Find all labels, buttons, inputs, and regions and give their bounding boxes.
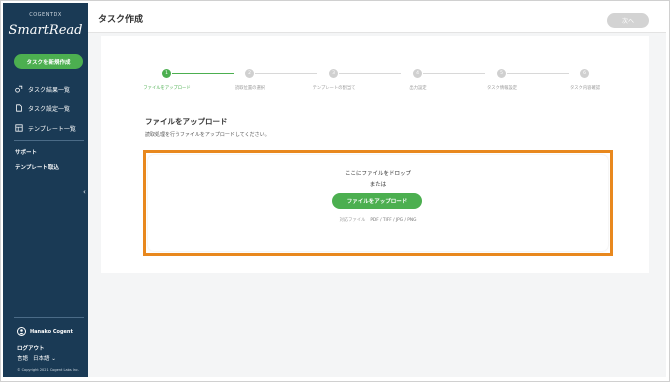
file-dropzone[interactable]: ここにファイルをドロップ または ファイルをアップロード 対応ファイル PDF /…: [148, 155, 608, 251]
step-3-label: テンプレートの割当て: [312, 86, 356, 91]
sidebar-item-label: テンプレート一覧: [28, 125, 76, 133]
step-4-label: 出力設定: [409, 86, 427, 91]
sidebar-item-templates[interactable]: テンプレート一覧: [15, 122, 76, 134]
upload-section-description: 読取処理を行うファイルをアップロードしてください。: [145, 132, 270, 138]
stepper-connector: [172, 73, 234, 74]
sidebar-divider: [14, 140, 84, 141]
sidebar: COGENTDX SmartRead タスクを新規作成 タスク結果一覧 タスク設…: [3, 3, 88, 377]
supported-formats-value: PDF / TIFF / JPG / PNG: [370, 218, 417, 223]
new-task-button[interactable]: タスクを新規作成: [14, 54, 83, 69]
step-5-indicator: 5: [497, 69, 506, 78]
upload-section-title: ファイルをアップロード: [145, 117, 228, 126]
stepper-connector: [255, 73, 317, 74]
sidebar-item-task-results[interactable]: タスク結果一覧: [15, 83, 70, 95]
next-button[interactable]: 次へ: [607, 13, 649, 28]
header-bar: タスク作成 次へ: [88, 3, 666, 33]
user-profile[interactable]: Hanako Cogent: [17, 327, 73, 336]
logout-link[interactable]: ログアウト: [17, 344, 45, 352]
document-icon: [15, 104, 23, 112]
user-name: Hanako Cogent: [30, 328, 73, 335]
page-title: タスク作成: [98, 15, 144, 25]
step-3-indicator: 3: [329, 69, 338, 78]
step-1-label: ファイルをアップロード: [143, 86, 191, 91]
step-6-label: タスク内容確認: [569, 86, 601, 91]
sidebar-item-support[interactable]: サポート: [15, 148, 37, 156]
step-6-indicator: 6: [580, 69, 589, 78]
step-4-indicator: 4: [413, 69, 422, 78]
template-icon: [15, 124, 23, 132]
brand-company: COGENTDX: [29, 12, 62, 18]
copyright: © Copyright 2021 Cogent Labs Inc.: [17, 368, 80, 372]
sidebar-item-task-settings[interactable]: タスク設定一覧: [15, 102, 70, 114]
avatar-icon: [17, 327, 26, 336]
stepper-connector: [507, 73, 569, 74]
drop-instruction: ここにファイルをドロップ: [344, 171, 411, 177]
brand-logo: SmartRead: [8, 23, 83, 38]
language-label: 言語: [17, 356, 29, 362]
language-row: 言語 日本語 ⌄: [17, 354, 56, 362]
sidebar-item-label: タスク設定一覧: [28, 105, 71, 113]
drop-or-text: または: [369, 182, 387, 188]
collapse-sidebar-icon[interactable]: ‹: [83, 188, 86, 196]
sidebar-item-template-import[interactable]: テンプレート取込: [15, 163, 59, 171]
upload-file-button[interactable]: ファイルをアップロード: [332, 193, 422, 209]
stepper-connector: [339, 73, 401, 74]
sidebar-item-label: タスク結果一覧: [28, 86, 71, 94]
supported-formats: 対応ファイル PDF / TIFF / JPG / PNG: [148, 217, 608, 223]
stepper-connector: [423, 73, 485, 74]
step-2-label: 読取位置の選択: [234, 86, 266, 91]
sidebar-divider: [14, 317, 84, 318]
language-select[interactable]: 日本語 ⌄: [33, 354, 56, 362]
step-5-label: タスク情報設定: [486, 86, 518, 91]
step-1-indicator: 1: [162, 69, 171, 78]
step-2-indicator: 2: [245, 69, 254, 78]
supported-formats-label: 対応ファイル: [339, 218, 366, 223]
task-results-icon: [15, 85, 23, 93]
